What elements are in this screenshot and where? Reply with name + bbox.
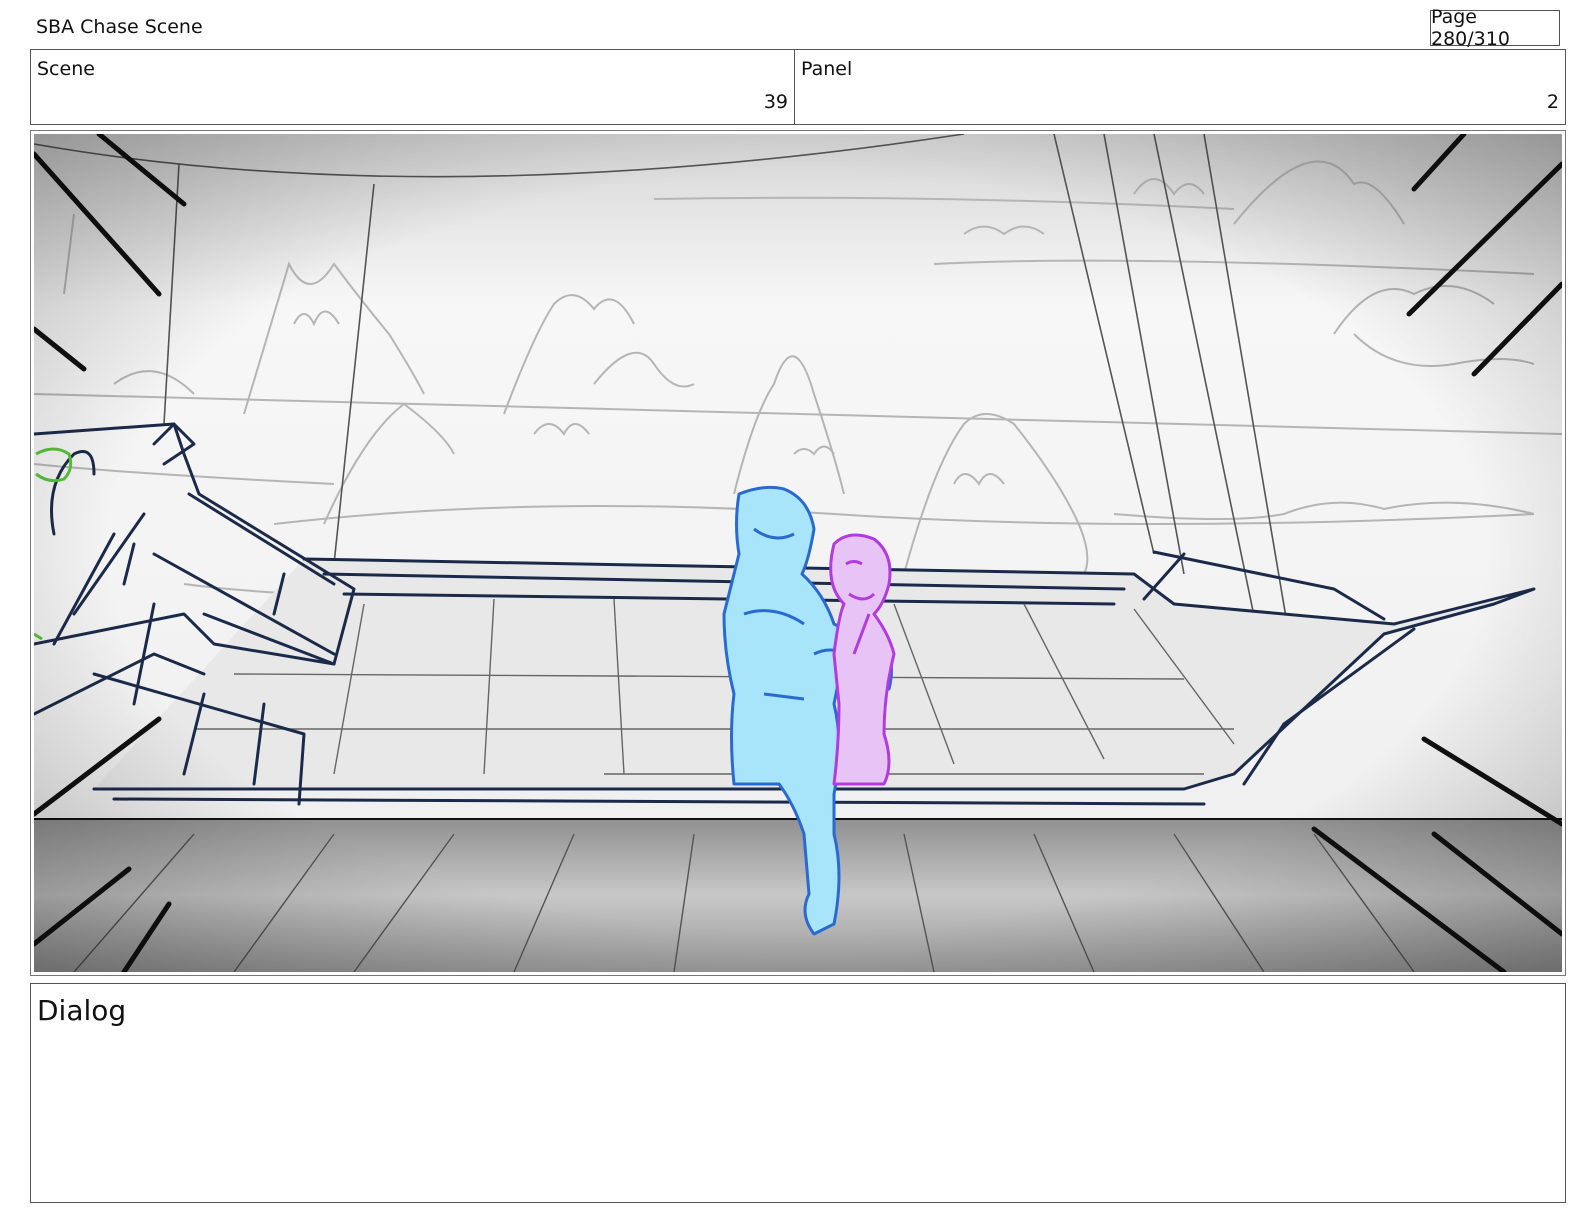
- panel-cell: Panel 2: [795, 50, 1565, 124]
- vignette-overlay: [34, 134, 1562, 972]
- scene-panel-info: Scene 39 Panel 2: [30, 49, 1566, 125]
- storyboard-sketch: [34, 134, 1562, 972]
- scene-cell: Scene 39: [31, 50, 795, 124]
- dialog-label: Dialog: [37, 994, 127, 1027]
- storyboard-frame: [30, 130, 1566, 976]
- page-indicator: Page 280/310: [1430, 6, 1560, 50]
- scene-label: Scene: [37, 58, 95, 80]
- panel-number: 2: [1546, 91, 1559, 113]
- document-title: SBA Chase Scene: [36, 16, 203, 38]
- dialog-box: Dialog: [30, 983, 1566, 1203]
- scene-number: 39: [763, 91, 788, 113]
- panel-label: Panel: [801, 58, 853, 80]
